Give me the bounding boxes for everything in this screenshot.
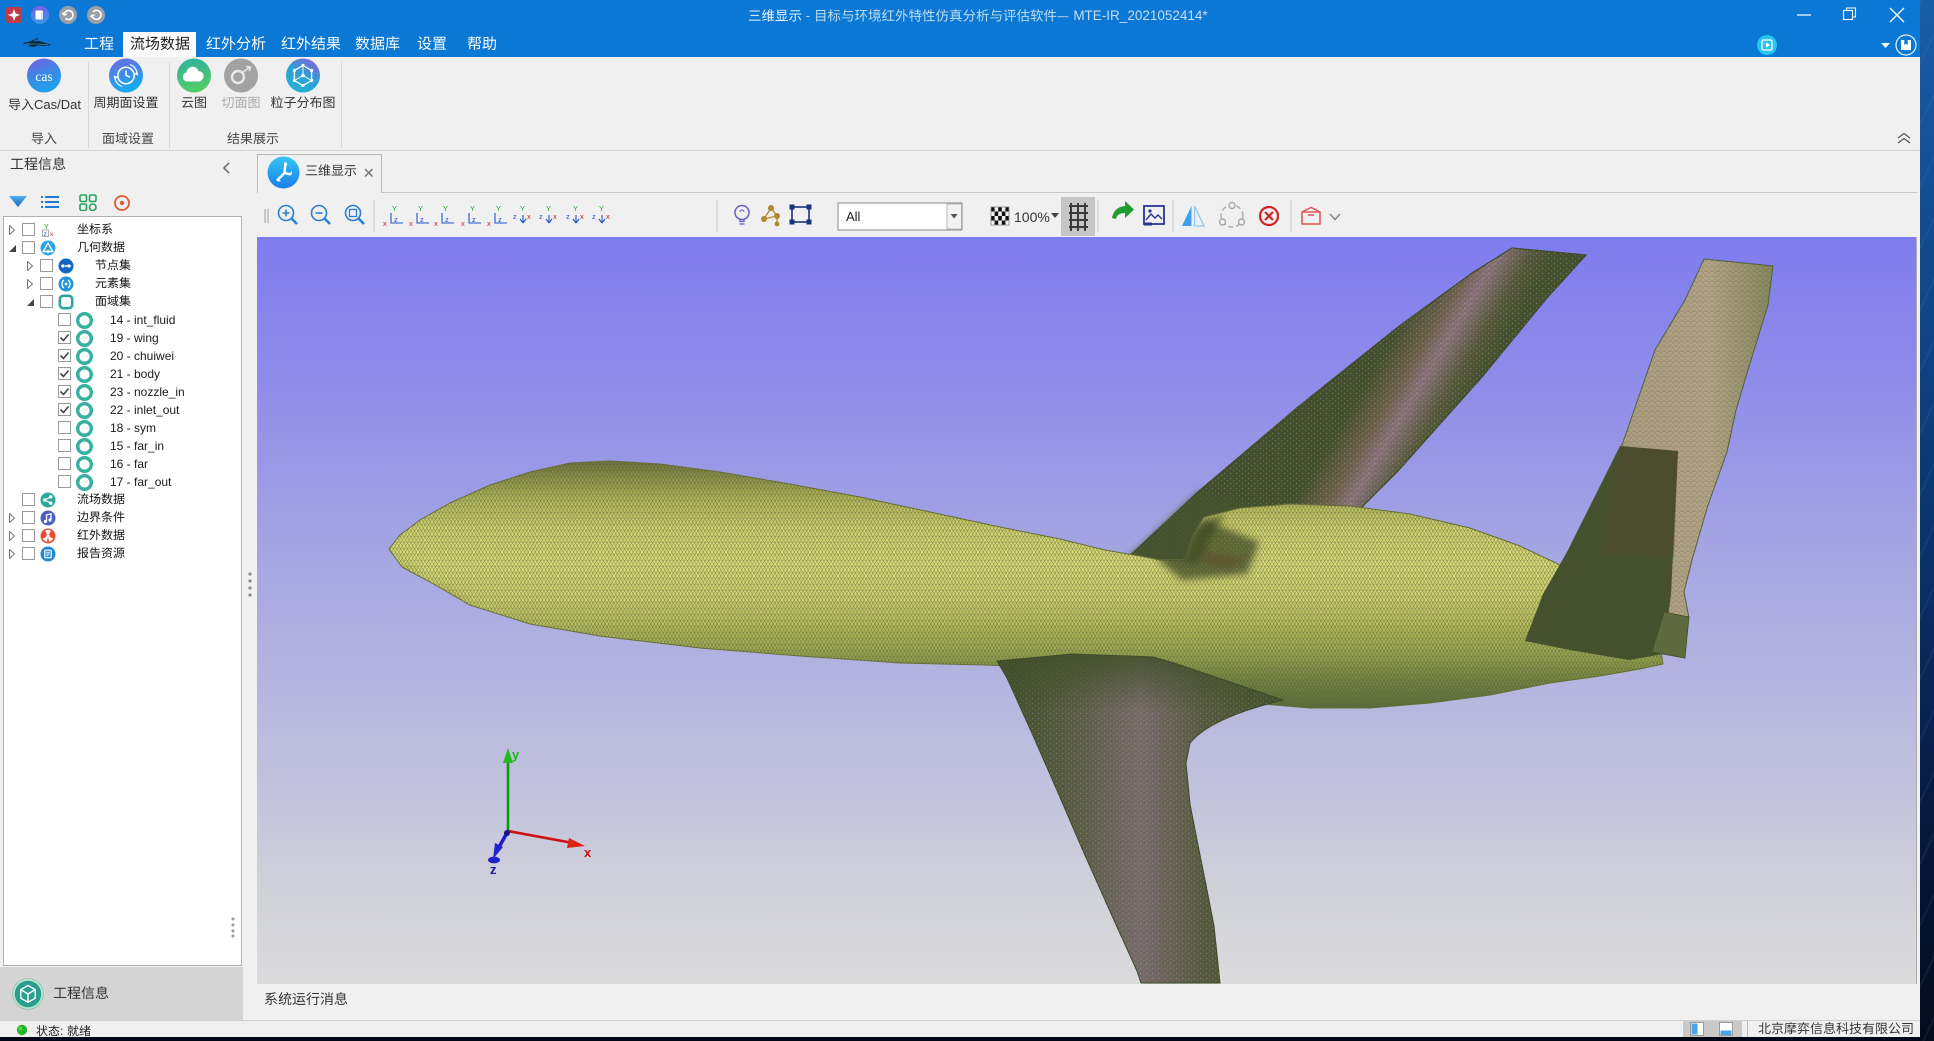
svg-text:x: x [461, 219, 465, 228]
svg-text:z: z [394, 215, 398, 224]
svg-text:Y: Y [443, 204, 448, 213]
svg-text:Y: Y [599, 204, 604, 213]
svg-text:z: z [566, 212, 570, 221]
svg-text:x: x [584, 845, 592, 860]
svg-text:Y: Y [520, 204, 525, 213]
svg-text:x: x [527, 212, 531, 221]
svg-text:Y: Y [573, 204, 578, 213]
svg-text:100%: 100% [1014, 209, 1050, 225]
svg-text:x: x [434, 219, 438, 228]
svg-text:z: z [420, 215, 424, 224]
svg-text:x: x [409, 219, 413, 228]
svg-text:z: z [44, 231, 47, 238]
svg-text:z: z [539, 212, 543, 221]
svg-text:Y: Y [418, 204, 423, 213]
svg-text:x: x [580, 212, 584, 221]
svg-text:z: z [445, 215, 449, 224]
svg-text:x: x [383, 219, 387, 228]
svg-text:cas: cas [35, 69, 52, 84]
svg-text:z: z [490, 862, 497, 877]
svg-text:z: z [513, 212, 517, 221]
svg-text:x: x [50, 231, 54, 238]
svg-text:x: x [606, 212, 610, 221]
svg-text:All: All [846, 209, 861, 224]
svg-text:x: x [487, 219, 491, 228]
svg-text:Y: Y [546, 204, 551, 213]
svg-text:Y: Y [470, 204, 475, 213]
svg-text:z: z [592, 212, 596, 221]
svg-text:y: y [512, 747, 520, 762]
svg-text:Y: Y [496, 204, 501, 213]
svg-text:x: x [553, 212, 557, 221]
svg-text:Y: Y [392, 204, 397, 213]
svg-text:z: z [498, 215, 502, 224]
svg-text:z: z [472, 215, 476, 224]
